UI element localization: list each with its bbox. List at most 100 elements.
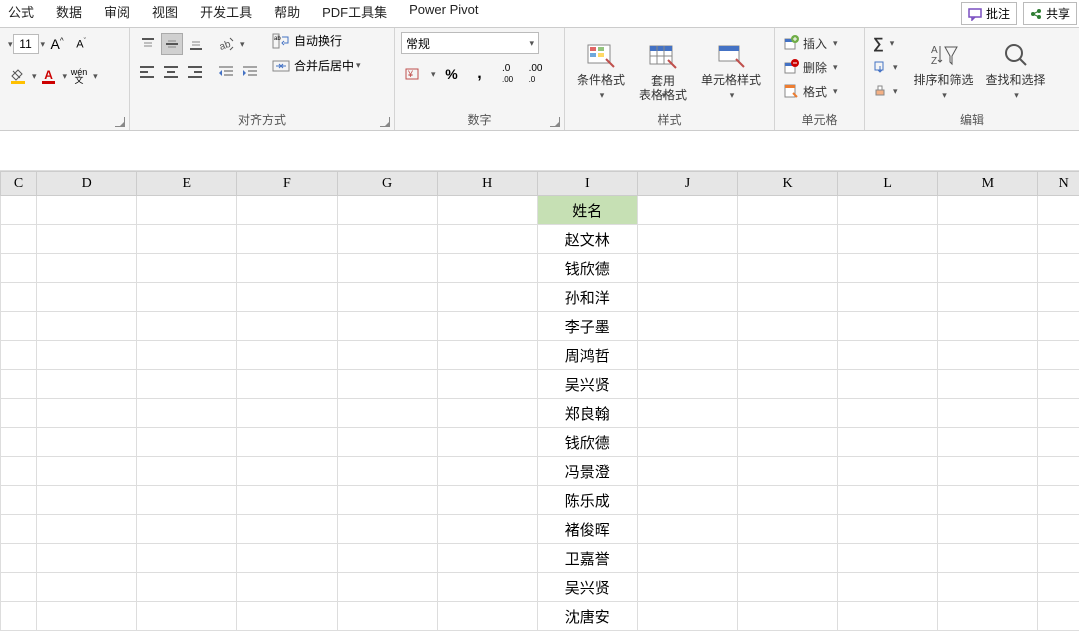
cell[interactable] [37, 283, 137, 312]
fill-button[interactable]: ▾ [871, 56, 900, 78]
tab-powerpivot[interactable]: Power Pivot [409, 2, 478, 21]
cell[interactable] [938, 254, 1038, 283]
cell[interactable] [738, 515, 838, 544]
cell[interactable] [1, 457, 37, 486]
cell[interactable] [637, 196, 737, 225]
cell[interactable] [137, 370, 237, 399]
cell[interactable] [437, 341, 537, 370]
cell[interactable] [1, 196, 37, 225]
cell[interactable]: 冯景澄 [537, 457, 637, 486]
tab-data[interactable]: 数据 [56, 2, 82, 21]
cell[interactable] [437, 602, 537, 631]
cell[interactable] [738, 225, 838, 254]
accounting-caret[interactable]: ▾ [431, 69, 436, 80]
cell[interactable] [838, 341, 938, 370]
tab-help[interactable]: 帮助 [274, 2, 300, 21]
valign-bottom[interactable] [185, 33, 207, 55]
cell[interactable] [838, 399, 938, 428]
cell[interactable]: 沈唐安 [537, 602, 637, 631]
cell[interactable] [1038, 544, 1079, 573]
cell[interactable] [337, 370, 437, 399]
cell[interactable] [437, 312, 537, 341]
phonetic-button[interactable]: wén文 [68, 65, 90, 87]
orientation-caret[interactable]: ▾ [240, 39, 245, 50]
sort-filter-button[interactable]: AZ 排序和筛选▾ [908, 32, 980, 109]
cell[interactable] [938, 602, 1038, 631]
decrease-font-button[interactable]: Aˇ [70, 33, 92, 55]
cell[interactable] [838, 602, 938, 631]
column-header-J[interactable]: J [637, 172, 737, 196]
cell[interactable] [137, 544, 237, 573]
cell[interactable] [1, 312, 37, 341]
indent-increase[interactable] [239, 61, 261, 83]
cell[interactable] [938, 312, 1038, 341]
cell[interactable] [637, 283, 737, 312]
cell[interactable] [1038, 573, 1079, 602]
cell[interactable] [237, 225, 337, 254]
cell[interactable]: 陈乐成 [537, 486, 637, 515]
cell[interactable] [337, 399, 437, 428]
format-as-table-button[interactable]: 套用 表格格式 ▾ [633, 32, 693, 109]
find-select-button[interactable]: 查找和选择▾ [980, 32, 1052, 109]
wrap-text-button[interactable]: ab 自动换行 [272, 32, 361, 49]
cell[interactable]: 郑良翰 [537, 399, 637, 428]
cell[interactable] [237, 515, 337, 544]
cell[interactable] [1, 399, 37, 428]
cell[interactable] [637, 515, 737, 544]
increase-decimal[interactable]: .0.00 [497, 63, 519, 85]
cell[interactable] [637, 370, 737, 399]
halign-left[interactable] [137, 61, 159, 83]
decrease-decimal[interactable]: .00.0 [525, 63, 547, 85]
cell[interactable] [1038, 370, 1079, 399]
cell[interactable] [938, 370, 1038, 399]
cell[interactable] [437, 254, 537, 283]
cell[interactable] [938, 428, 1038, 457]
cell[interactable] [1038, 515, 1079, 544]
cell[interactable] [137, 254, 237, 283]
column-header-I[interactable]: I [537, 172, 637, 196]
cell[interactable] [37, 457, 137, 486]
cell[interactable] [137, 428, 237, 457]
cell[interactable] [838, 370, 938, 399]
cell[interactable]: 褚俊晖 [537, 515, 637, 544]
cell[interactable] [37, 312, 137, 341]
cell[interactable] [137, 573, 237, 602]
cell[interactable] [37, 486, 137, 515]
cell[interactable] [137, 225, 237, 254]
cell[interactable]: 周鸿哲 [537, 341, 637, 370]
cell[interactable] [637, 341, 737, 370]
font-dialog-launcher[interactable] [115, 117, 125, 127]
cell[interactable]: 李子墨 [537, 312, 637, 341]
cell[interactable] [337, 341, 437, 370]
cell[interactable]: 孙和洋 [537, 283, 637, 312]
cell[interactable] [637, 312, 737, 341]
cell[interactable] [637, 399, 737, 428]
cell[interactable] [37, 254, 137, 283]
cell[interactable] [738, 370, 838, 399]
cell[interactable] [437, 573, 537, 602]
cell[interactable] [437, 428, 537, 457]
clear-button[interactable]: ▾ [871, 80, 900, 102]
cell[interactable] [337, 486, 437, 515]
cell[interactable] [738, 283, 838, 312]
cell[interactable] [337, 225, 437, 254]
percent-format[interactable]: % [441, 63, 463, 85]
cell[interactable] [37, 544, 137, 573]
cell[interactable] [1038, 457, 1079, 486]
cell[interactable] [1038, 254, 1079, 283]
column-header-E[interactable]: E [137, 172, 237, 196]
cell[interactable] [37, 225, 137, 254]
cell[interactable]: 姓名 [537, 196, 637, 225]
cell[interactable] [1038, 312, 1079, 341]
cell[interactable] [37, 341, 137, 370]
cell[interactable] [637, 602, 737, 631]
fill-caret[interactable]: ▾ [32, 71, 37, 82]
cell[interactable] [1, 341, 37, 370]
cell[interactable] [137, 457, 237, 486]
cell[interactable] [1, 225, 37, 254]
cell[interactable] [437, 370, 537, 399]
cell[interactable] [938, 196, 1038, 225]
tab-view[interactable]: 视图 [152, 2, 178, 21]
font-color-button[interactable]: A [38, 65, 60, 87]
cell[interactable] [37, 515, 137, 544]
